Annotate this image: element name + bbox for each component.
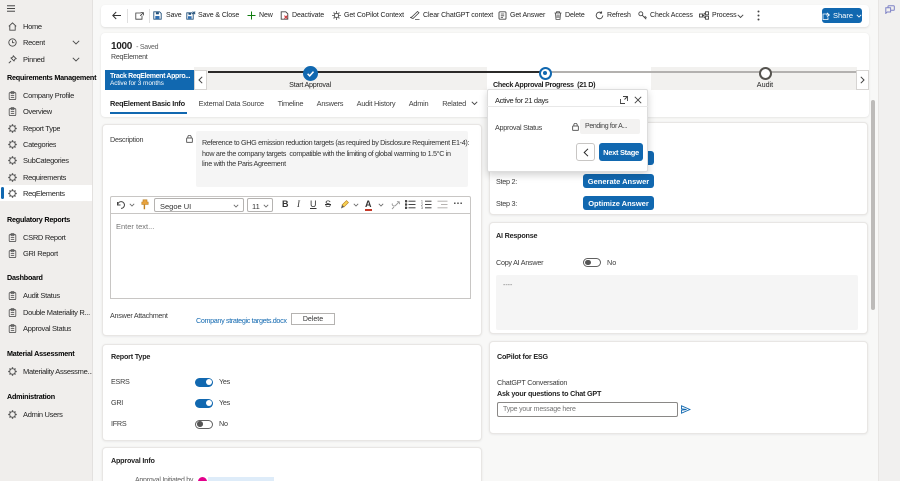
svg-text:3: 3 [421, 206, 423, 209]
